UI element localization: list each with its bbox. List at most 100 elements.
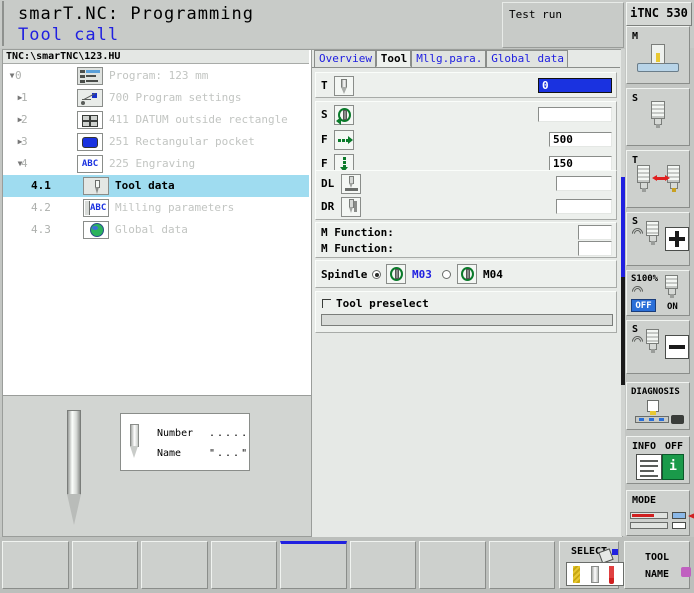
speed-decrease-key[interactable]: S xyxy=(626,320,690,374)
tool-preselect-input[interactable] xyxy=(321,314,613,326)
wave-icon xyxy=(629,283,646,300)
preview-number-value: ..... xyxy=(209,428,250,439)
softkey-4[interactable] xyxy=(210,541,277,589)
m-function-input-2[interactable] xyxy=(578,241,612,256)
tool-icon xyxy=(334,76,354,96)
preview-name-value: "..." xyxy=(209,448,250,459)
speed-decrease-key-label: S xyxy=(632,324,639,335)
tree-row[interactable]: ▼ 4 ABC 225 Engraving xyxy=(3,153,309,175)
tree-row[interactable]: ▶ 2 411 DATUM outside rectangle xyxy=(3,109,309,131)
diagnosis-key-label: DIAGNOSIS xyxy=(631,387,680,397)
field-key-F-feed: F xyxy=(321,133,328,146)
softkey-6[interactable] xyxy=(349,541,416,589)
spindle-m03-radio[interactable] xyxy=(372,270,381,279)
tree-row[interactable]: 4.3 Global data xyxy=(3,219,309,241)
tab-mllg-para[interactable]: Mllg.para. xyxy=(411,50,487,67)
length-delta-input[interactable] xyxy=(556,176,612,191)
tool-icon xyxy=(130,424,139,458)
preview-name-label: Name xyxy=(157,448,182,459)
tree-row-number: 4 xyxy=(21,157,28,170)
tab-global-data[interactable]: Global data xyxy=(486,50,568,67)
tool-preselect-checkbox[interactable] xyxy=(322,299,331,308)
spindle-m03-label[interactable]: M03 xyxy=(412,268,432,282)
tool-preselect-group: Tool preselect xyxy=(315,291,617,333)
mode-icon xyxy=(630,512,694,532)
feed-rate-input[interactable]: 500 xyxy=(549,132,612,147)
tree-row-number: 1 xyxy=(21,91,28,104)
softkey-5[interactable] xyxy=(280,541,347,589)
field-key-S: S xyxy=(321,108,328,121)
select-tool-key[interactable]: SELECT xyxy=(559,541,624,589)
tree-row-label: Tool data xyxy=(115,179,175,192)
plunge-rate-input[interactable]: 150 xyxy=(549,156,612,171)
spindle-override-key[interactable]: S100% OFF ON xyxy=(626,270,690,316)
softkey-8[interactable] xyxy=(488,541,555,589)
speeds-feeds-group: S F 500 F 150 xyxy=(315,101,617,177)
tool-number-input[interactable]: 0 xyxy=(538,78,612,93)
softkey-2[interactable] xyxy=(71,541,138,589)
scrollbar-track-dark xyxy=(621,277,625,385)
tree-row-label: Milling parameters xyxy=(115,201,235,214)
info-key-label: INFO xyxy=(632,441,657,452)
tab-tool[interactable]: Tool xyxy=(375,50,412,67)
tree-row-number: 4.3 xyxy=(31,223,51,236)
tree-row[interactable]: ▶ 1 700 Program settings xyxy=(3,87,309,109)
tool-right-icon xyxy=(667,165,683,197)
field-key-T: T xyxy=(321,79,328,92)
minus-icon xyxy=(665,335,689,359)
form-tab-bar[interactable]: Overview Tool Mllg.para. Global data xyxy=(312,50,620,68)
softkey-1[interactable] xyxy=(2,541,69,589)
vendor-logo-icon xyxy=(681,567,691,577)
radius-delta-input[interactable] xyxy=(556,199,612,214)
mode-status-text: Test run xyxy=(509,8,562,21)
spindle-small-icon xyxy=(665,275,681,303)
softkey-3[interactable] xyxy=(141,541,208,589)
mode-key[interactable]: MODE xyxy=(626,490,694,536)
spindle-small-icon xyxy=(646,329,662,359)
tree-row-number: 0 xyxy=(15,69,22,82)
override-off-label[interactable]: OFF xyxy=(631,299,656,312)
machine-key[interactable]: M xyxy=(626,26,690,84)
itnc-screen: smarT.NC: Programming Tool call Test run… xyxy=(0,0,694,593)
tree-row-number: 2 xyxy=(21,113,28,126)
oversize-group: DL DR xyxy=(315,170,617,220)
tree-row[interactable]: ▼ 0 Program: 123 mm xyxy=(3,65,309,87)
tool-preselect-label: Tool preselect xyxy=(336,297,429,310)
tree-row-label: 411 DATUM outside rectangle xyxy=(109,113,288,126)
tree-row-label: Program: 123 mm xyxy=(109,69,209,82)
tree-row[interactable]: ▶ 3 251 Rectangular pocket xyxy=(3,131,309,153)
spindle-key[interactable]: S xyxy=(626,88,690,146)
softkey-7[interactable] xyxy=(419,541,486,589)
tool-change-key[interactable]: T xyxy=(626,150,690,208)
tree-row-number: 4.1 xyxy=(31,179,51,192)
tab-overview[interactable]: Overview xyxy=(314,50,376,67)
program-tree[interactable]: TNC:\smarTNC\123.HU ▼ 0 Program: 123 mm ▶ 1 7… xyxy=(2,49,312,396)
spindle-speed-input[interactable] xyxy=(538,107,612,122)
wave-icon xyxy=(629,333,646,350)
tool-name-line1: TOOL xyxy=(644,552,670,563)
override-on-label[interactable]: ON xyxy=(667,302,678,312)
scrollbar-thumb[interactable] xyxy=(621,177,625,277)
page-subtitle: Tool call xyxy=(18,25,120,45)
machine-icon xyxy=(627,41,691,81)
form-scrollbar[interactable] xyxy=(621,49,625,536)
tool-number-group: T 0 xyxy=(315,72,617,98)
tool-name-key[interactable]: TOOL NAME xyxy=(624,541,690,589)
m-function-label-2: M Function: xyxy=(321,242,394,255)
tree-row[interactable]: 4.2 ABC Milling parameters xyxy=(3,197,309,219)
spindle-override-label: S100% xyxy=(631,274,659,284)
m-function-input-1[interactable] xyxy=(578,225,612,240)
tree-row[interactable]: 4.1 Tool data xyxy=(3,175,309,197)
speed-increase-key[interactable]: S xyxy=(626,212,690,266)
diagnosis-key[interactable]: DIAGNOSIS xyxy=(626,382,690,430)
spindle-icon xyxy=(334,105,354,125)
tree-row-label: Global data xyxy=(115,223,188,236)
radius-delta-icon xyxy=(341,197,361,217)
tree-row-number: 4.2 xyxy=(31,201,51,214)
spindle-m04-radio[interactable] xyxy=(442,270,451,279)
tree-row-label: 251 Rectangular pocket xyxy=(109,135,255,148)
info-key[interactable]: INFO OFF i xyxy=(626,436,690,484)
cursor-badge-icon xyxy=(612,549,618,555)
spindle-m04-label[interactable]: M04 xyxy=(483,268,503,282)
tool-call-form: Overview Tool Mllg.para. Global data T 0 S … xyxy=(311,49,623,538)
